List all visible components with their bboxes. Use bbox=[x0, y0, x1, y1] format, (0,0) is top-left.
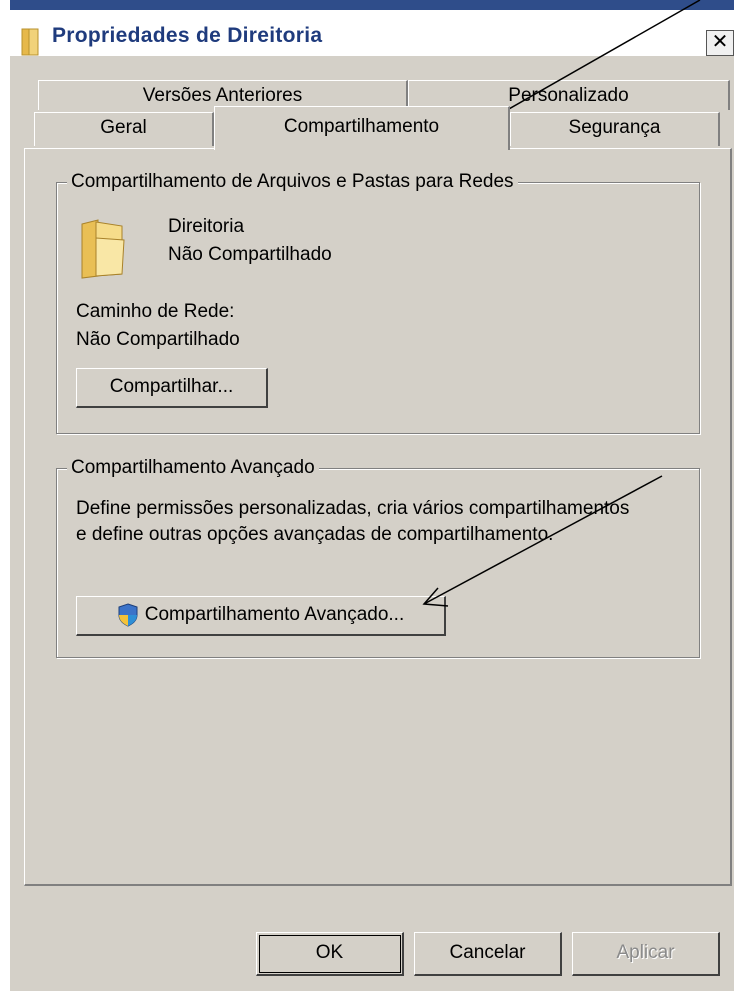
network-path-value: Não Compartilhado bbox=[76, 329, 240, 350]
apply-button-label: Aplicar bbox=[616, 942, 675, 963]
left-margin bbox=[0, 0, 10, 991]
folder-name: Direitoria bbox=[168, 216, 245, 237]
advanced-sharing-button[interactable]: Compartilhamento Avançado... bbox=[76, 596, 446, 636]
tab-label: Segurança bbox=[568, 117, 661, 138]
tab-label: Personalizado bbox=[508, 85, 629, 106]
advanced-description-line2: e define outras opções avançadas de comp… bbox=[76, 524, 554, 545]
group-title: Compartilhamento Avançado bbox=[67, 457, 319, 479]
share-button-label: Compartilhar... bbox=[109, 376, 234, 397]
tab-compartilhamento[interactable]: Compartilhamento bbox=[214, 106, 510, 150]
close-button[interactable]: ✕ bbox=[706, 30, 734, 56]
title-bar[interactable]: Propriedades de Direitoria ✕ bbox=[10, 10, 734, 57]
share-status: Não Compartilhado bbox=[168, 244, 332, 265]
cancel-button-label: Cancelar bbox=[449, 942, 526, 963]
group-title: Compartilhamento de Arquivos e Pastas pa… bbox=[67, 171, 518, 193]
properties-window: Propriedades de Direitoria ✕ Versões Ant… bbox=[0, 0, 734, 991]
tab-seguranca[interactable]: Segurança bbox=[510, 112, 720, 146]
dialog-body: Versões Anteriores Personalizado Geral C… bbox=[10, 56, 734, 991]
tab-label: Versões Anteriores bbox=[142, 85, 303, 106]
ok-button[interactable]: OK bbox=[256, 932, 404, 976]
window-top-edge bbox=[0, 0, 734, 10]
advanced-description-line1: Define permissões personalizadas, cria v… bbox=[76, 498, 630, 519]
share-button[interactable]: Compartilhar... bbox=[76, 368, 268, 408]
close-icon: ✕ bbox=[711, 31, 729, 53]
tab-label: Compartilhamento bbox=[283, 116, 440, 137]
network-path-label: Caminho de Rede: bbox=[76, 301, 235, 322]
ok-button-label: OK bbox=[315, 942, 344, 963]
window-title: Propriedades de Direitoria bbox=[52, 24, 323, 47]
cancel-button[interactable]: Cancelar bbox=[414, 932, 562, 976]
apply-button[interactable]: Aplicar bbox=[572, 932, 720, 976]
shared-folder-icon bbox=[81, 219, 125, 279]
folder-icon bbox=[21, 28, 39, 56]
uac-shield-icon bbox=[118, 603, 138, 627]
advanced-sharing-button-label: Compartilhamento Avançado... bbox=[144, 604, 405, 625]
tab-geral[interactable]: Geral bbox=[34, 112, 214, 146]
tab-label: Geral bbox=[100, 117, 147, 138]
